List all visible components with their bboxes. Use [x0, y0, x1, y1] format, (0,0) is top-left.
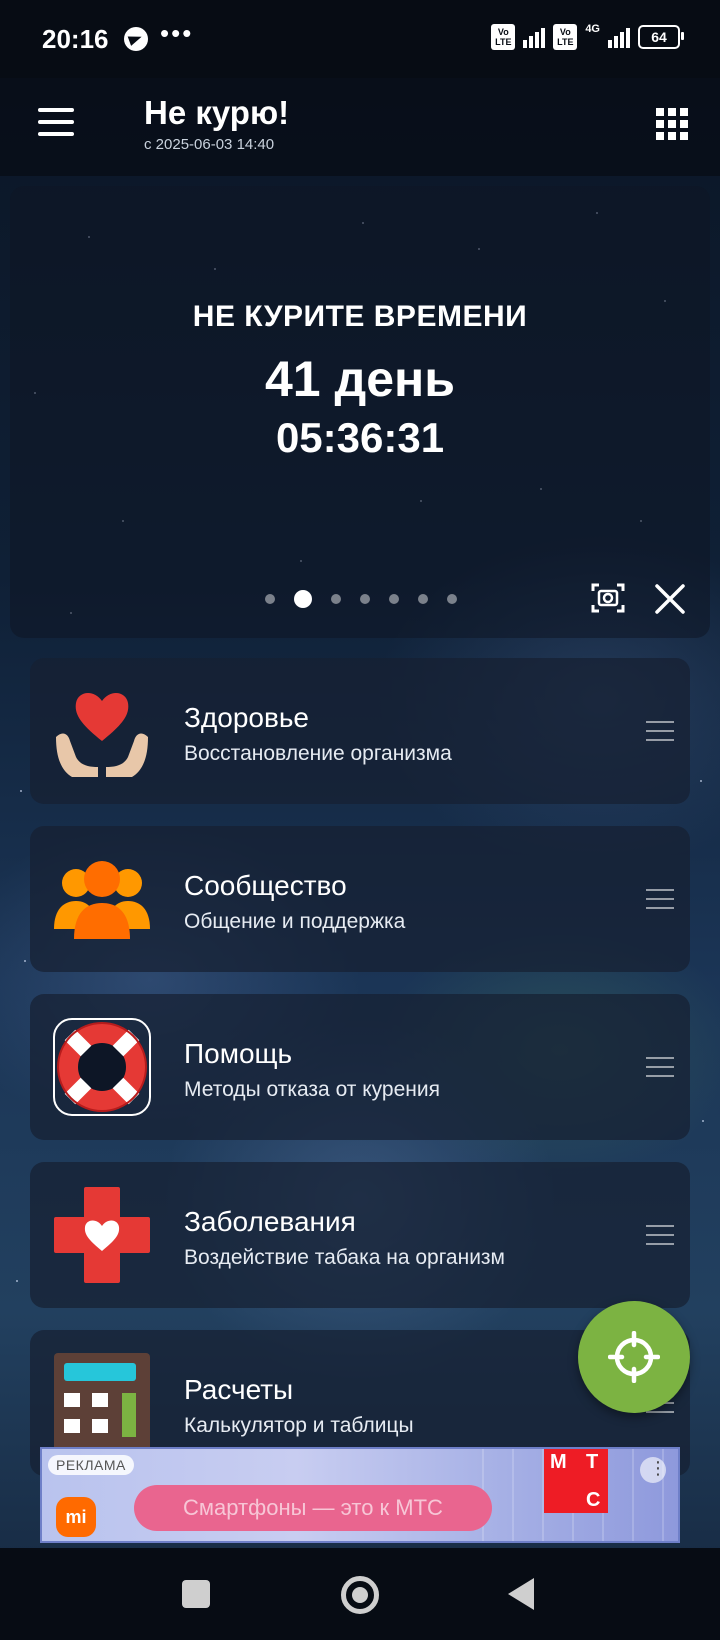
- community-people-icon: [52, 849, 152, 949]
- back-icon[interactable]: [508, 1578, 534, 1610]
- drag-handle-icon[interactable]: [646, 719, 674, 743]
- ad-banner[interactable]: РЕКЛАМА mi Смартфоны — это к МТС М Т С: [40, 1447, 680, 1543]
- network-type: 4G: [585, 23, 600, 35]
- signal-icon: [523, 26, 546, 48]
- card-title: Помощь: [184, 1038, 293, 1069]
- card-description: Воздействие табака на организм: [184, 1246, 505, 1269]
- card-title: Расчеты: [184, 1374, 294, 1405]
- lifebuoy-icon: [52, 1017, 152, 1117]
- drag-handle-icon[interactable]: [646, 887, 674, 911]
- close-icon[interactable]: [654, 583, 686, 615]
- signal-icon-2: [608, 26, 630, 48]
- quit-date: с 2025-06-03 14:40: [144, 136, 275, 153]
- page-dot-active: [294, 590, 312, 608]
- crosshair-target-button[interactable]: [578, 1301, 690, 1413]
- page-dot: [418, 594, 428, 604]
- page-indicator[interactable]: [265, 589, 457, 609]
- calculator-icon: [52, 1353, 152, 1453]
- card-description: Общение и поддержка: [184, 910, 406, 933]
- ad-cta-button[interactable]: Смартфоны — это к МТС: [134, 1485, 492, 1531]
- status-indicators: Vo LTE Vo LTE 4G 64: [491, 23, 684, 50]
- heart-in-hands-icon: [52, 681, 152, 781]
- page-dot: [447, 594, 457, 604]
- status-time: 20:16: [42, 24, 109, 54]
- grid-apps-icon[interactable]: [656, 108, 688, 140]
- page-dot: [265, 594, 275, 604]
- battery-icon: 64: [638, 25, 684, 49]
- card-diseases[interactable]: Заболевания Воздействие табака на органи…: [30, 1162, 690, 1308]
- volte-icon: Vo LTE: [491, 24, 516, 50]
- crosshair-target-icon: [608, 1331, 660, 1383]
- page-dot: [389, 594, 399, 604]
- hamburger-menu-icon[interactable]: [38, 108, 74, 136]
- card-title: Сообщество: [184, 870, 347, 901]
- telegram-icon: [124, 27, 148, 51]
- card-help[interactable]: Помощь Методы отказа от курения: [30, 994, 690, 1140]
- ad-options-icon[interactable]: [640, 1457, 667, 1483]
- screenshot-icon[interactable]: [591, 581, 625, 615]
- home-icon[interactable]: [341, 1576, 379, 1614]
- timer-clock: 05:36:31: [275, 414, 445, 461]
- card-description: Калькулятор и таблицы: [184, 1414, 414, 1437]
- app-bar: Не курю! с 2025-06-03 14:40: [0, 78, 720, 176]
- card-community[interactable]: Сообщество Общение и поддержка: [30, 826, 690, 972]
- page-dot: [331, 594, 341, 604]
- card-description: Восстановление организма: [184, 742, 452, 765]
- xiaomi-logo-icon: mi: [56, 1497, 96, 1537]
- system-navigation-bar: [0, 1548, 720, 1640]
- status-bar: 20:16 ••• Vo LTE Vo LTE 4G 64: [0, 0, 720, 78]
- more-notifications-icon: •••: [160, 18, 194, 48]
- mts-logo: М Т С: [544, 1449, 608, 1513]
- ad-label: РЕКЛАМА: [48, 1455, 134, 1475]
- drag-handle-icon[interactable]: [646, 1223, 674, 1247]
- timer-days: 41 день: [265, 351, 455, 407]
- drag-handle-icon[interactable]: [646, 1055, 674, 1079]
- battery-level: 64: [651, 29, 667, 45]
- card-title: Заболевания: [184, 1206, 356, 1237]
- card-description: Методы отказа от курения: [184, 1078, 440, 1101]
- page-dot: [360, 594, 370, 604]
- card-health[interactable]: Здоровье Восстановление организма: [30, 658, 690, 804]
- medical-cross-heart-icon: [52, 1185, 152, 1285]
- timer-heading: НЕ КУРИТЕ ВРЕМЕНИ: [192, 300, 528, 333]
- recent-apps-icon[interactable]: [182, 1580, 210, 1608]
- smoke-free-timer-card[interactable]: НЕ КУРИТЕ ВРЕМЕНИ 41 день 05:36:31: [10, 186, 710, 638]
- card-title: Здоровье: [184, 702, 310, 733]
- volte-icon-2: Vo LTE: [553, 24, 578, 50]
- app-title: Не курю!: [144, 94, 290, 131]
